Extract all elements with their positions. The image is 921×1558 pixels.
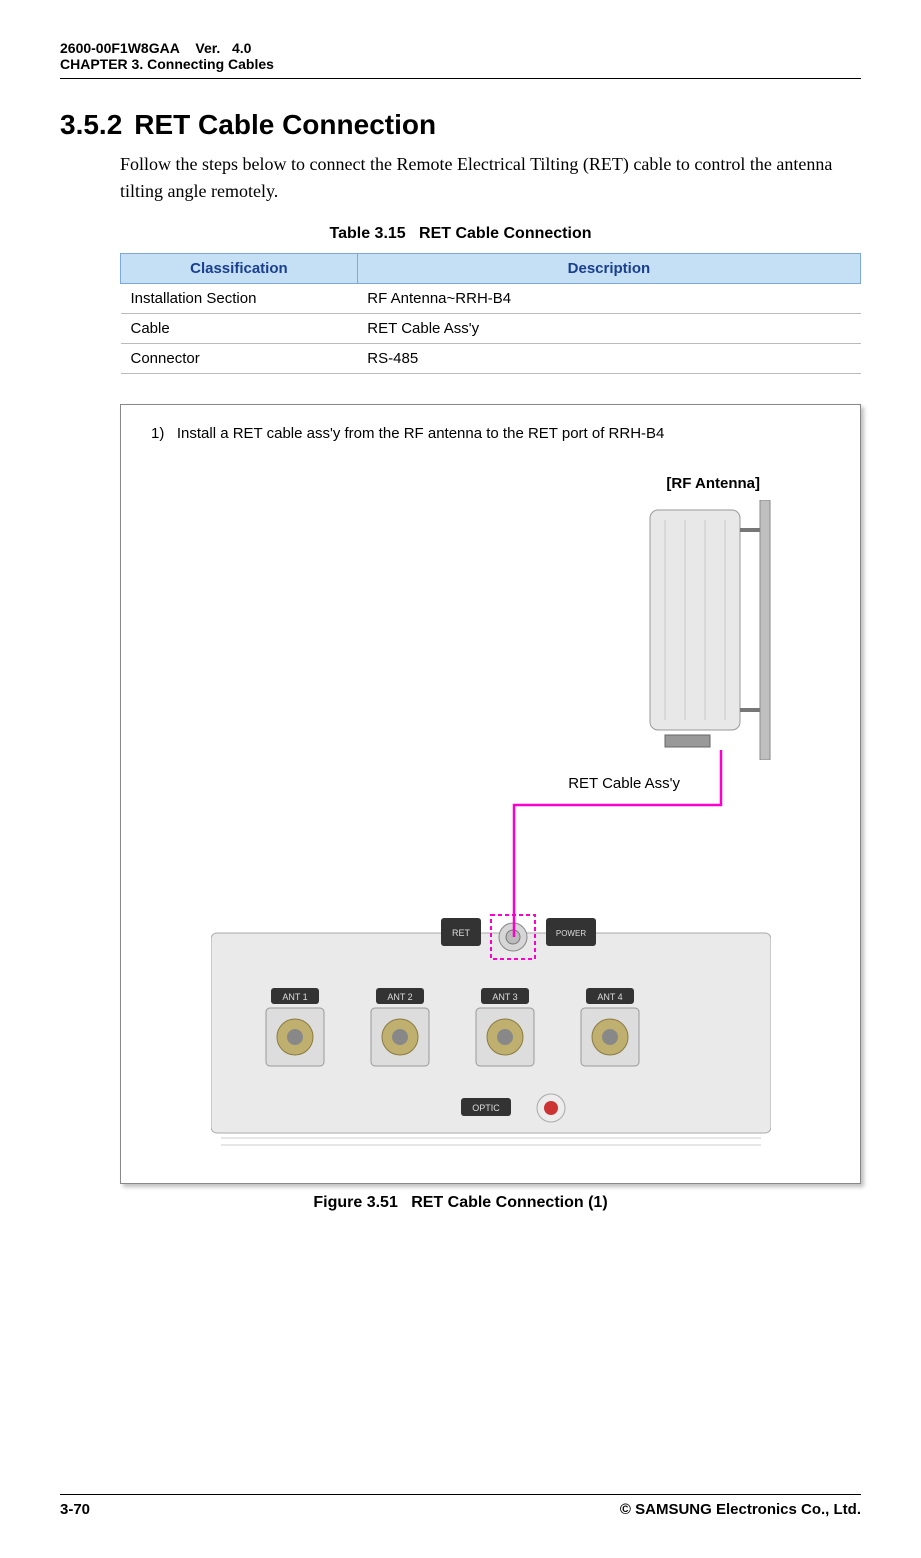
figure-caption-label: Figure 3.51 <box>313 1194 397 1211</box>
port-label-ant2: ANT 2 <box>387 992 412 1002</box>
table-cell: RS-485 <box>357 344 860 374</box>
table-cell: RET Cable Ass'y <box>357 314 860 344</box>
cable-label: RET Cable Ass'y <box>568 775 680 792</box>
table-caption-title: RET Cable Connection <box>419 225 591 242</box>
page-footer: 3-70 © SAMSUNG Electronics Co., Ltd. <box>60 1494 861 1518</box>
table-caption: Table 3.15 RET Cable Connection <box>60 225 861 243</box>
table-cell: RF Antenna~RRH-B4 <box>357 284 860 314</box>
section-number: 3.5.2 <box>60 109 122 140</box>
antenna-label: [RF Antenna] <box>666 475 760 492</box>
spec-table: Classification Description Installation … <box>120 253 861 374</box>
table-row: Cable RET Cable Ass'y <box>121 314 861 344</box>
figure-step-text: Install a RET cable ass'y from the RF an… <box>177 425 665 442</box>
section-paragraph: Follow the steps below to connect the Re… <box>120 151 861 205</box>
figure-caption-title: RET Cable Connection (1) <box>411 1194 607 1211</box>
doc-header: 2600-00F1W8GAA Ver. 4.0 <box>60 40 861 56</box>
port-label-optic: OPTIC <box>472 1103 500 1113</box>
footer-rule <box>60 1494 861 1495</box>
figure-caption: Figure 3.51 RET Cable Connection (1) <box>60 1194 861 1212</box>
table-cell: Connector <box>121 344 358 374</box>
ver-value: 4.0 <box>232 40 251 56</box>
doc-id: 2600-00F1W8GAA <box>60 40 180 56</box>
table-col-classification: Classification <box>121 254 358 284</box>
port-label-ret: RET <box>452 928 471 938</box>
figure-box: 1) Install a RET cable ass'y from the RF… <box>120 404 861 1184</box>
antenna-image <box>610 500 790 760</box>
table-cell: Installation Section <box>121 284 358 314</box>
device-image: RET POWER ANT 1 ANT 2 <box>211 903 771 1153</box>
port-label-power: POWER <box>556 929 586 938</box>
section-heading: 3.5.2 RET Cable Connection <box>60 109 861 141</box>
chapter-title: CHAPTER 3. Connecting Cables <box>60 56 861 72</box>
port-label-ant1: ANT 1 <box>282 992 307 1002</box>
table-row: Installation Section RF Antenna~RRH-B4 <box>121 284 861 314</box>
table-col-description: Description <box>357 254 860 284</box>
table-row: Connector RS-485 <box>121 344 861 374</box>
header-rule <box>60 78 861 79</box>
table-cell: Cable <box>121 314 358 344</box>
figure-step-number: 1) <box>151 425 164 442</box>
section-title: RET Cable Connection <box>134 109 436 140</box>
ver-label: Ver. <box>195 40 220 56</box>
port-label-ant3: ANT 3 <box>492 992 517 1002</box>
figure-step: 1) Install a RET cable ass'y from the RF… <box>151 425 830 442</box>
page-number: 3-70 <box>60 1501 90 1518</box>
table-caption-label: Table 3.15 <box>330 225 406 242</box>
table-header-row: Classification Description <box>121 254 861 284</box>
port-label-ant4: ANT 4 <box>597 992 622 1002</box>
copyright-text: © SAMSUNG Electronics Co., Ltd. <box>620 1501 861 1518</box>
